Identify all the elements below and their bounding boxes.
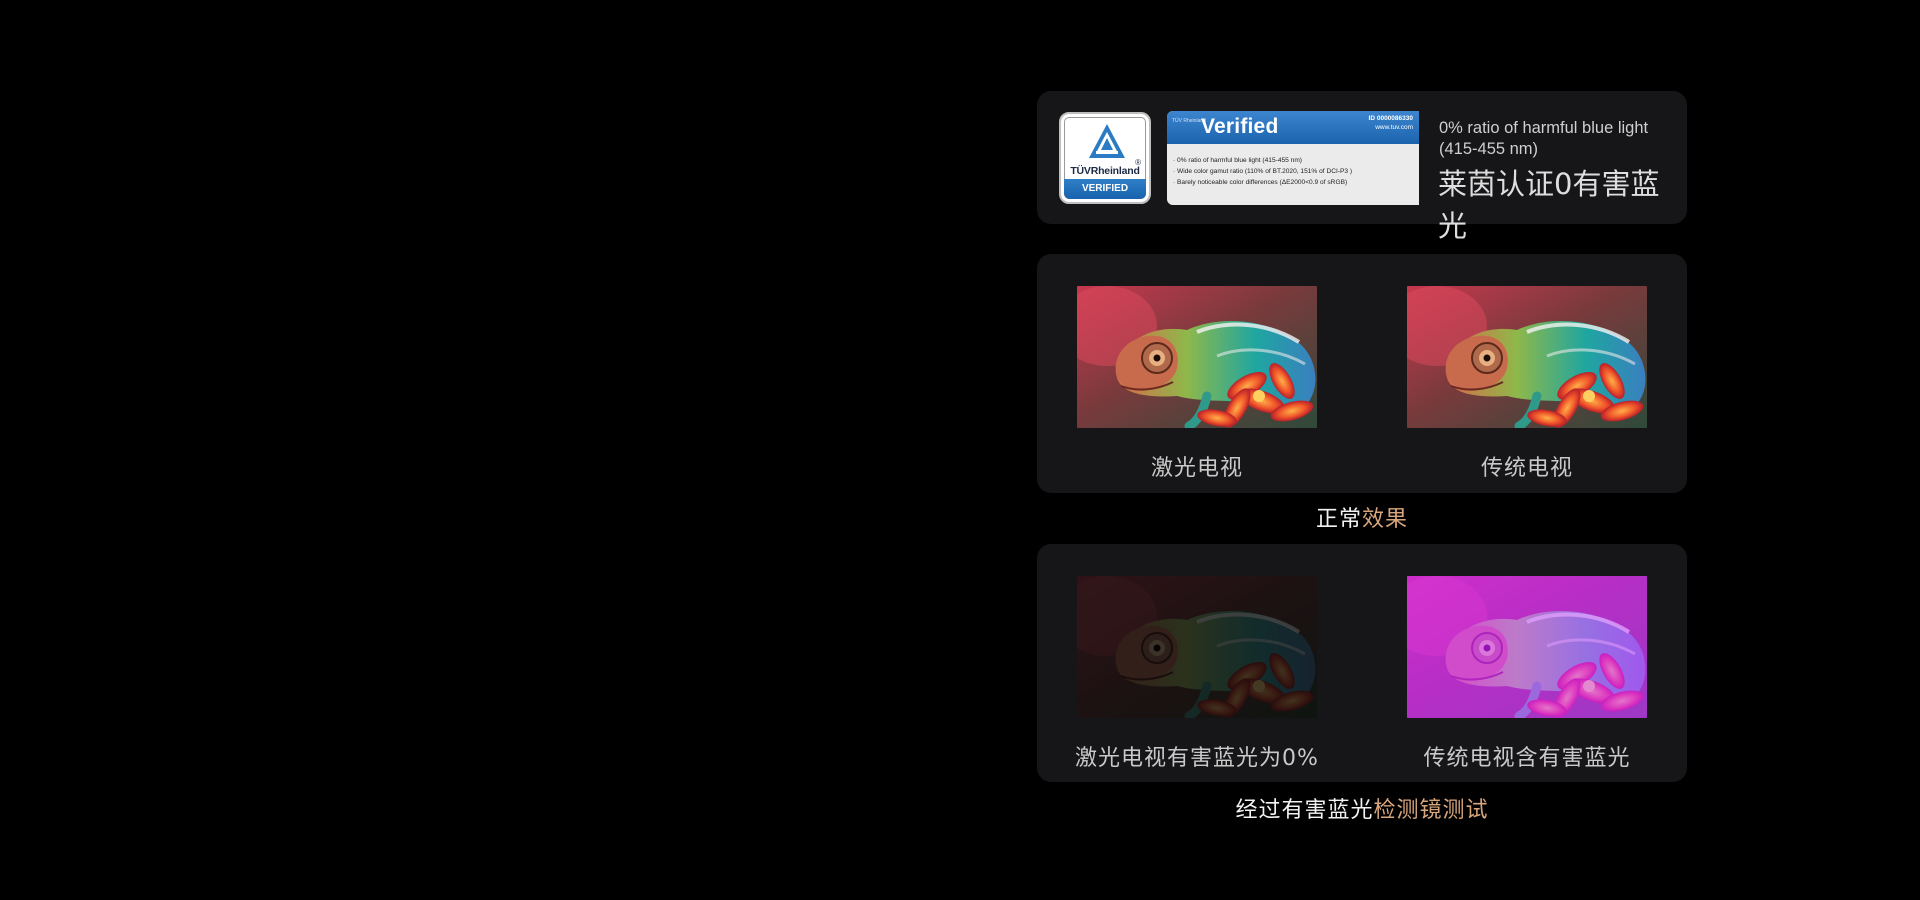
laser-tv-zero-blue-light-caption: 激光电视有害蓝光为0% bbox=[1075, 746, 1319, 771]
certificate-title: Verified bbox=[1201, 115, 1279, 138]
laser-tv-filtered-image bbox=[1077, 576, 1317, 718]
certificate-url: www.tuv.com bbox=[1375, 124, 1413, 131]
blue-light-test-card: 激光电视有害蓝光为0% 传统电视含有害蓝光 bbox=[1037, 544, 1687, 782]
certificate-line: · 0% ratio of harmful blue light (415-45… bbox=[1173, 157, 1303, 164]
tuv-certificate: TÜV Rheinland Verified ID 0000086330 www… bbox=[1167, 111, 1419, 205]
rheinland-zero-blue-light-text: 莱茵认证0有害蓝光 bbox=[1438, 167, 1660, 243]
laser-tv-normal-image bbox=[1077, 286, 1317, 428]
traditional-tv-blue-light-caption: 传统电视含有害蓝光 bbox=[1423, 746, 1631, 771]
laser-tv-caption: 激光电视 bbox=[1150, 456, 1243, 481]
verified-band: VERIFIED bbox=[1064, 179, 1146, 199]
blue-light-test-label: 经过有害蓝光检测镜测试 bbox=[1037, 792, 1687, 824]
tuv-brand-text: TÜVRheinland bbox=[1070, 165, 1140, 177]
normal-effect-label: 正常效果 bbox=[1037, 501, 1687, 533]
blue-light-ratio-text: 0% ratio of harmful blue light (415-455 … bbox=[1439, 119, 1649, 158]
traditional-tv-caption: 传统电视 bbox=[1480, 456, 1573, 481]
certificate-header: TÜV Rheinland Verified ID 0000086330 www… bbox=[1167, 111, 1419, 144]
blue-light-test-label-gold: 检测镜测试 bbox=[1373, 798, 1489, 823]
tuv-triangle-icon bbox=[1089, 124, 1125, 158]
blue-light-test-label-white: 经过有害蓝光 bbox=[1235, 798, 1374, 823]
certificate-line: · Barely noticeable color differences (Δ… bbox=[1173, 179, 1348, 186]
traditional-tv-normal-image bbox=[1407, 286, 1647, 428]
traditional-tv-filtered-image bbox=[1407, 576, 1647, 718]
certificate-lines: · 0% ratio of harmful blue light (415-45… bbox=[1173, 155, 1413, 188]
normal-effect-card: 激光电视 传统电视 bbox=[1037, 254, 1687, 493]
normal-effect-label-white: 正常 bbox=[1315, 507, 1362, 532]
certificate-id: ID 0000086330 bbox=[1368, 115, 1413, 122]
normal-effect-label-gold: 效果 bbox=[1362, 507, 1409, 532]
tuv-certification-card: ® TÜVRheinland VERIFIED TÜV Rheinland Ve… bbox=[1037, 91, 1687, 243]
certificate-line: · Wide color gamut ratio (110% of BT.202… bbox=[1173, 168, 1353, 175]
tuv-rheinland-logo: ® TÜVRheinland VERIFIED bbox=[1059, 112, 1151, 204]
